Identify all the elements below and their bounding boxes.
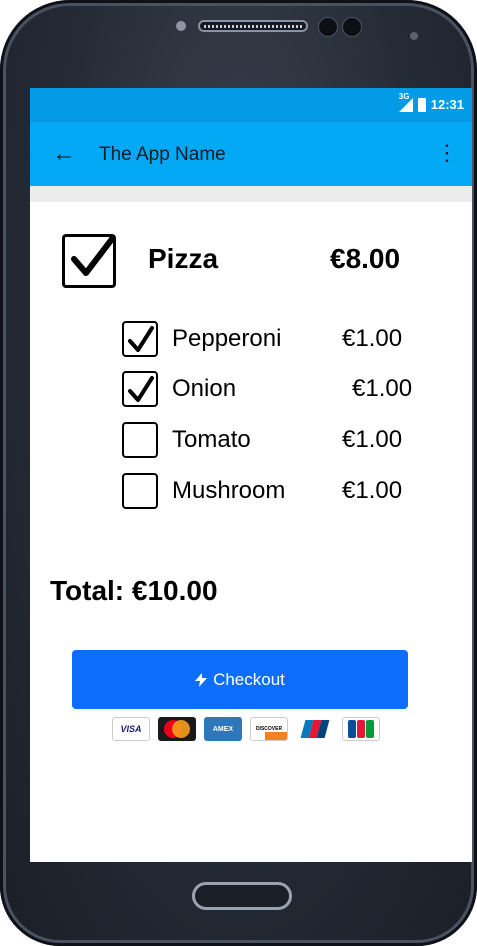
lightning-icon (195, 672, 208, 687)
checkout-button[interactable]: Checkout (72, 650, 408, 709)
payment-methods: VISA AMEX DISCOVER (112, 717, 380, 741)
more-vert-icon[interactable]: ⋮ (436, 140, 458, 166)
item-name: Pizza (148, 243, 219, 274)
mastercard-icon (158, 717, 196, 741)
battery-icon (417, 97, 426, 112)
front-camera-icon (318, 17, 338, 37)
checkmark-icon (128, 376, 154, 402)
screen: 3G 12:31 ← The App Name ⋮ Pizza €8.00 Pe… (30, 88, 472, 862)
topping-name: Tomato (172, 426, 251, 453)
topping-checkbox[interactable] (122, 422, 158, 458)
app-bar: ← The App Name ⋮ (30, 122, 472, 186)
jcb-icon (342, 717, 380, 741)
light-sensor-icon (410, 32, 418, 40)
status-time: 12:31 (430, 97, 464, 112)
app-title: The App Name (99, 144, 226, 165)
topping-checkbox[interactable] (122, 473, 158, 509)
topping-checkbox[interactable] (122, 371, 158, 407)
discover-icon: DISCOVER (250, 717, 288, 741)
phone-frame: 3G 12:31 ← The App Name ⋮ Pizza €8.00 Pe… (0, 0, 477, 946)
sensor-icon (176, 21, 186, 31)
appbar-divider (30, 186, 472, 202)
pizza-checkbox[interactable] (62, 234, 116, 288)
topping-price: €1.00 (342, 325, 403, 352)
home-button[interactable] (192, 882, 292, 910)
topping-price: €1.00 (342, 426, 403, 453)
visa-icon: VISA (112, 717, 150, 741)
topping-name: Mushroom (172, 477, 286, 504)
order-total: Total: €10.00 (50, 575, 218, 606)
topping-checkbox[interactable] (122, 321, 158, 357)
checkmark-icon (71, 236, 115, 276)
topping-row[interactable]: Mushroom €1.00 (122, 473, 452, 513)
diners-icon (296, 717, 334, 741)
topping-name: Onion (172, 375, 237, 402)
topping-row[interactable]: Onion €1.00 (122, 371, 452, 411)
amex-icon: AMEX (204, 717, 242, 741)
topping-price: €1.00 (352, 375, 413, 402)
proximity-sensor-icon (342, 17, 362, 37)
topping-name: Pepperoni (172, 325, 282, 352)
checkout-label: Checkout (213, 669, 285, 689)
arrow-left-icon[interactable]: ← (52, 140, 76, 168)
topping-row[interactable]: Pepperoni €1.00 (122, 321, 452, 361)
topping-row[interactable]: Tomato €1.00 (122, 422, 452, 462)
checkmark-icon (128, 326, 154, 352)
topping-price: €1.00 (342, 477, 403, 504)
signal-icon: 3G (398, 92, 413, 112)
earpiece-speaker (198, 20, 308, 32)
item-price: €8.00 (330, 243, 401, 274)
network-type: 3G (398, 91, 410, 101)
status-bar: 3G 12:31 (30, 88, 472, 122)
